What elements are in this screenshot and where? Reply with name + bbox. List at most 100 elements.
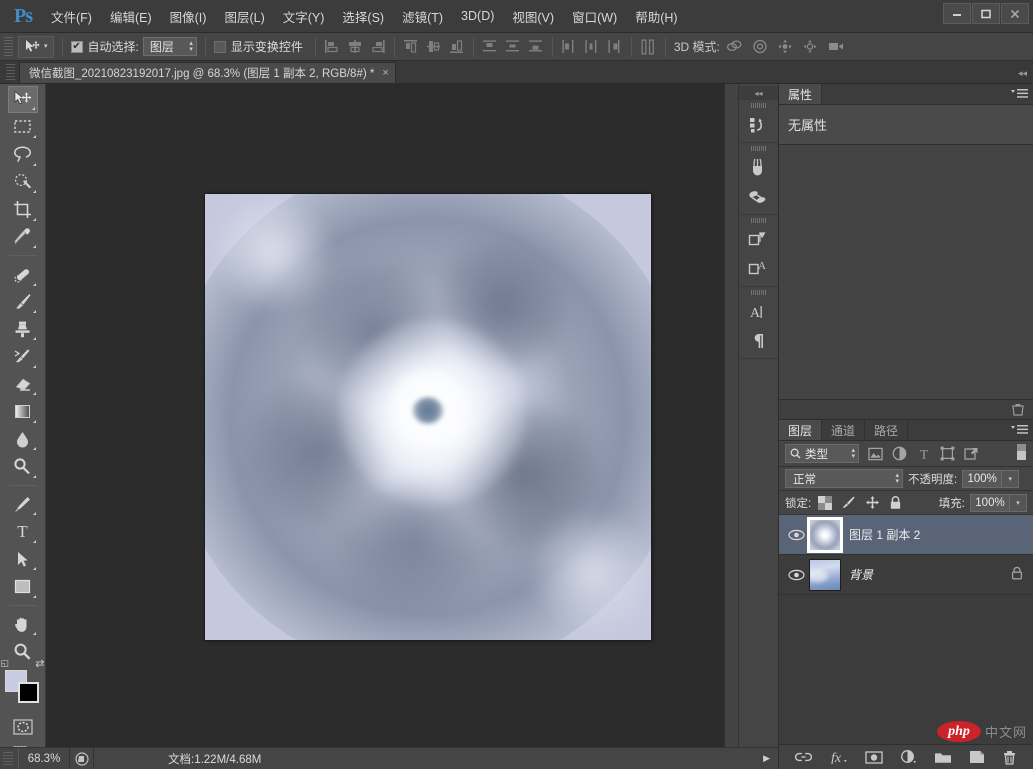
show-transform-checkbox[interactable] xyxy=(213,40,226,53)
lock-transparent-pixels-icon[interactable] xyxy=(818,495,833,510)
align-vertical-centers-icon[interactable] xyxy=(426,39,442,54)
menu-view[interactable]: 视图(V) xyxy=(503,3,563,30)
blend-mode-dropdown[interactable]: 正常 ▴ ▾ xyxy=(785,469,903,488)
path-selection-tool[interactable] xyxy=(8,546,38,572)
3d-camera-icon[interactable] xyxy=(827,39,845,54)
eraser-tool[interactable] xyxy=(8,371,38,397)
lasso-tool[interactable] xyxy=(8,141,38,167)
brush-tool[interactable] xyxy=(8,289,38,315)
distribute-left-icon[interactable] xyxy=(561,39,577,54)
fill-dropdown-icon[interactable]: ▾ xyxy=(1010,493,1027,512)
layer-name[interactable]: 图层 1 副本 2 xyxy=(849,526,1033,543)
rectangular-marquee-tool[interactable] xyxy=(8,114,38,140)
delete-property-icon[interactable] xyxy=(1011,403,1025,416)
status-bar-grip[interactable] xyxy=(3,751,13,766)
spot-healing-brush-tool[interactable] xyxy=(8,261,38,287)
blur-tool[interactable] xyxy=(8,426,38,452)
clone-stamp-tool[interactable] xyxy=(8,316,38,342)
dock-group-grip[interactable] xyxy=(750,290,767,295)
tab-properties[interactable]: 属性 xyxy=(779,84,823,104)
align-right-edges-icon[interactable] xyxy=(370,39,386,54)
filter-pixel-icon[interactable] xyxy=(868,447,883,461)
align-bottom-edges-icon[interactable] xyxy=(449,39,465,54)
distribute-spacing-icon[interactable] xyxy=(640,38,657,55)
pen-tool[interactable] xyxy=(8,491,38,517)
crop-tool[interactable] xyxy=(8,196,38,222)
3d-slide-icon[interactable] xyxy=(802,39,818,54)
options-bar-grip[interactable] xyxy=(4,36,13,57)
dock-group-grip[interactable] xyxy=(750,218,767,223)
dodge-tool[interactable] xyxy=(8,453,38,479)
3d-orbit-icon[interactable] xyxy=(726,39,743,54)
menu-layer[interactable]: 图层(L) xyxy=(215,3,273,30)
align-top-edges-icon[interactable] xyxy=(403,39,419,54)
menu-file[interactable]: 文件(F) xyxy=(42,3,101,30)
dock-group-grip[interactable] xyxy=(750,146,767,151)
menu-edit[interactable]: 编辑(E) xyxy=(101,3,161,30)
menu-image[interactable]: 图像(I) xyxy=(161,3,216,30)
3d-roll-icon[interactable] xyxy=(752,39,768,54)
tab-channels[interactable]: 通道 xyxy=(822,420,866,440)
lock-all-icon[interactable] xyxy=(889,495,902,510)
zoom-level-input[interactable]: 68.3% xyxy=(18,748,70,769)
fill-input[interactable]: 100% xyxy=(970,493,1010,512)
styles-panel-icon[interactable]: A xyxy=(740,254,776,283)
clone-source-panel-icon[interactable] xyxy=(740,182,776,211)
dock-collapse-icon[interactable]: ◂◂ xyxy=(739,86,778,100)
character-panel-icon[interactable]: A xyxy=(740,297,776,326)
close-button[interactable] xyxy=(1001,3,1029,24)
menu-filter[interactable]: 滤镜(T) xyxy=(393,3,452,30)
lock-position-icon[interactable] xyxy=(865,495,880,510)
canvas-vertical-scrollbar[interactable] xyxy=(724,84,738,755)
distribute-bottom-icon[interactable] xyxy=(528,39,544,54)
swap-colors-icon[interactable]: ⇄ xyxy=(35,657,44,670)
menu-help[interactable]: 帮助(H) xyxy=(626,3,686,30)
layer-visibility-toggle[interactable] xyxy=(783,569,809,581)
distribute-horizontal-center-icon[interactable] xyxy=(584,39,600,54)
quick-selection-tool[interactable] xyxy=(8,169,38,195)
horizontal-type-tool[interactable]: T xyxy=(8,518,38,544)
opacity-dropdown-icon[interactable]: ▾ xyxy=(1002,469,1020,488)
brush-panel-icon[interactable] xyxy=(740,153,776,182)
distribute-vertical-center-icon[interactable] xyxy=(505,39,521,54)
tab-bar-grip[interactable] xyxy=(6,64,15,80)
tab-paths[interactable]: 路径 xyxy=(865,420,909,440)
quick-mask-mode[interactable] xyxy=(8,714,38,740)
lock-image-pixels-icon[interactable] xyxy=(841,495,856,510)
background-color-swatch[interactable] xyxy=(17,681,39,703)
align-left-edges-icon[interactable] xyxy=(324,39,340,54)
minimize-button[interactable] xyxy=(943,3,971,24)
adjustments-panel-icon[interactable] xyxy=(740,225,776,254)
layer-row[interactable]: 图层 1 副本 2 xyxy=(779,515,1033,555)
distribute-top-icon[interactable] xyxy=(482,39,498,54)
filter-enable-toggle[interactable] xyxy=(1016,442,1027,465)
layer-thumbnail[interactable] xyxy=(809,558,841,591)
history-panel-icon[interactable] xyxy=(740,110,776,139)
active-tool-preset-button[interactable]: ▾ xyxy=(18,35,54,58)
dock-group-grip[interactable] xyxy=(750,103,767,108)
new-group-icon[interactable] xyxy=(934,751,952,764)
gradient-tool[interactable] xyxy=(8,398,38,424)
delete-layer-icon[interactable] xyxy=(1002,750,1017,765)
properties-panel-menu-icon[interactable] xyxy=(1011,88,1028,102)
layer-name[interactable]: 背景 xyxy=(849,566,1011,583)
document-canvas[interactable] xyxy=(205,194,651,640)
align-horizontal-centers-icon[interactable] xyxy=(347,39,363,54)
add-layer-style-icon[interactable]: fx xyxy=(829,750,848,764)
default-colors-icon[interactable]: ◱ xyxy=(1,658,10,669)
menu-3d[interactable]: 3D(D) xyxy=(452,5,503,27)
hand-tool[interactable] xyxy=(8,611,38,637)
layers-panel-menu-icon[interactable] xyxy=(1011,424,1028,438)
eyedropper-tool[interactable] xyxy=(8,224,38,250)
status-menu-arrow-icon[interactable]: ▶ xyxy=(763,753,778,764)
3d-pan-icon[interactable] xyxy=(777,39,793,54)
maximize-button[interactable] xyxy=(972,3,1000,24)
tab-layers[interactable]: 图层 xyxy=(779,420,823,440)
zoom-tool[interactable] xyxy=(8,638,38,664)
filter-type-icon[interactable]: T xyxy=(916,446,931,462)
layer-filter-type-dropdown[interactable]: 类型 ▴ ▾ xyxy=(785,444,859,463)
opacity-input[interactable]: 100% xyxy=(962,469,1003,488)
auto-select-checkbox[interactable]: ✔ xyxy=(70,40,83,53)
auto-select-scope-dropdown[interactable]: 图层 ▴ ▾ xyxy=(142,37,197,56)
layer-visibility-toggle[interactable] xyxy=(783,529,809,541)
